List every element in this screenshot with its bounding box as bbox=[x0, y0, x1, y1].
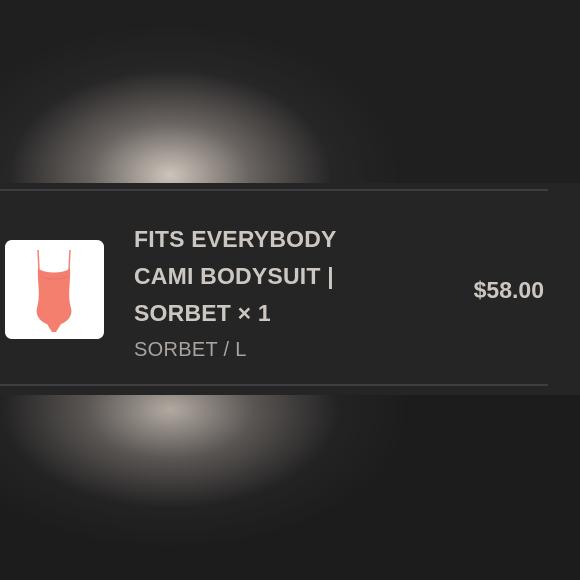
divider-bottom bbox=[0, 384, 548, 386]
product-variant: SORBET / L bbox=[134, 339, 247, 361]
product-price: $58.00 bbox=[473, 277, 544, 303]
product-info: FITS EVERYBODY CAMI BODYSUIT | SORBET × … bbox=[134, 221, 384, 364]
product-thumbnail[interactable] bbox=[5, 240, 104, 339]
divider-top bbox=[0, 189, 548, 191]
background-bottom bbox=[0, 395, 580, 580]
bodysuit-icon bbox=[36, 249, 72, 332]
background-top bbox=[0, 0, 580, 185]
product-title[interactable]: FITS EVERYBODY CAMI BODYSUIT | SORBET × … bbox=[134, 221, 384, 332]
order-line-item[interactable]: FITS EVERYBODY CAMI BODYSUIT | SORBET × … bbox=[0, 183, 580, 395]
